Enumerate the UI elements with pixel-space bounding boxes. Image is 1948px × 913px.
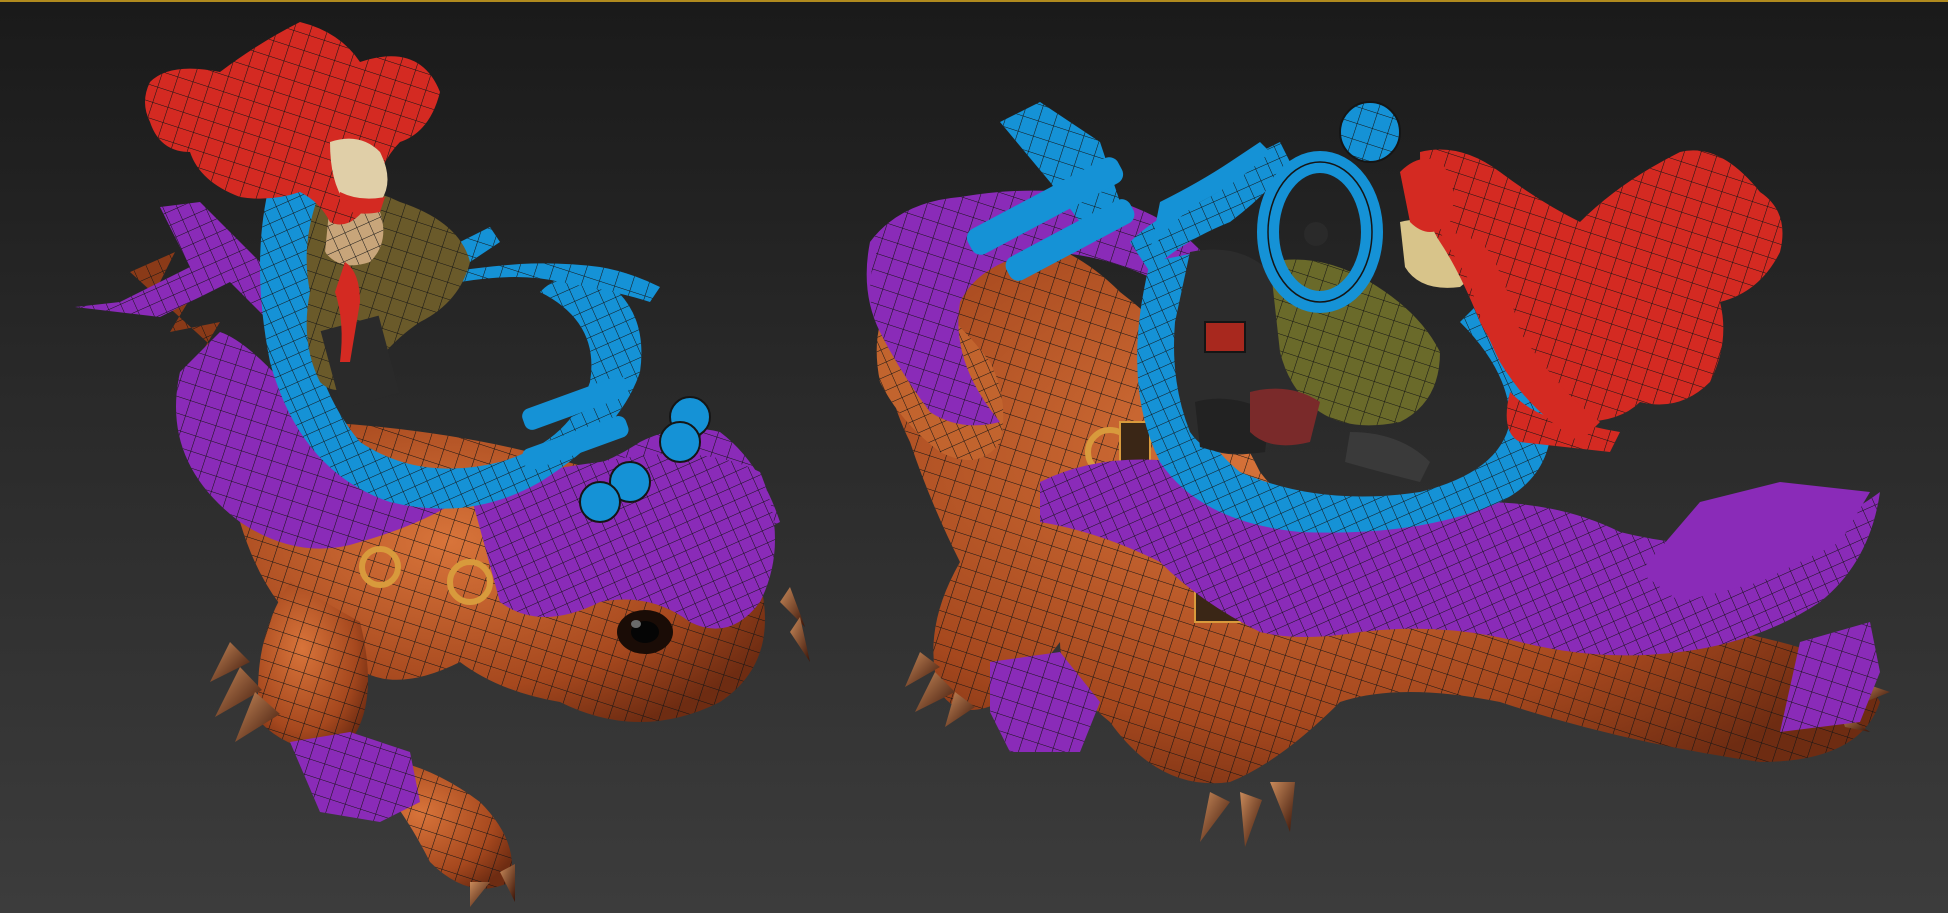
red-cape-right	[1400, 149, 1783, 452]
3d-viewport[interactable]	[0, 0, 1948, 913]
creature-model-left[interactable]	[75, 22, 810, 907]
viewport-canvas[interactable]	[0, 2, 1948, 913]
creature-eye-left	[617, 610, 673, 654]
creature-model-right[interactable]	[866, 101, 1890, 847]
